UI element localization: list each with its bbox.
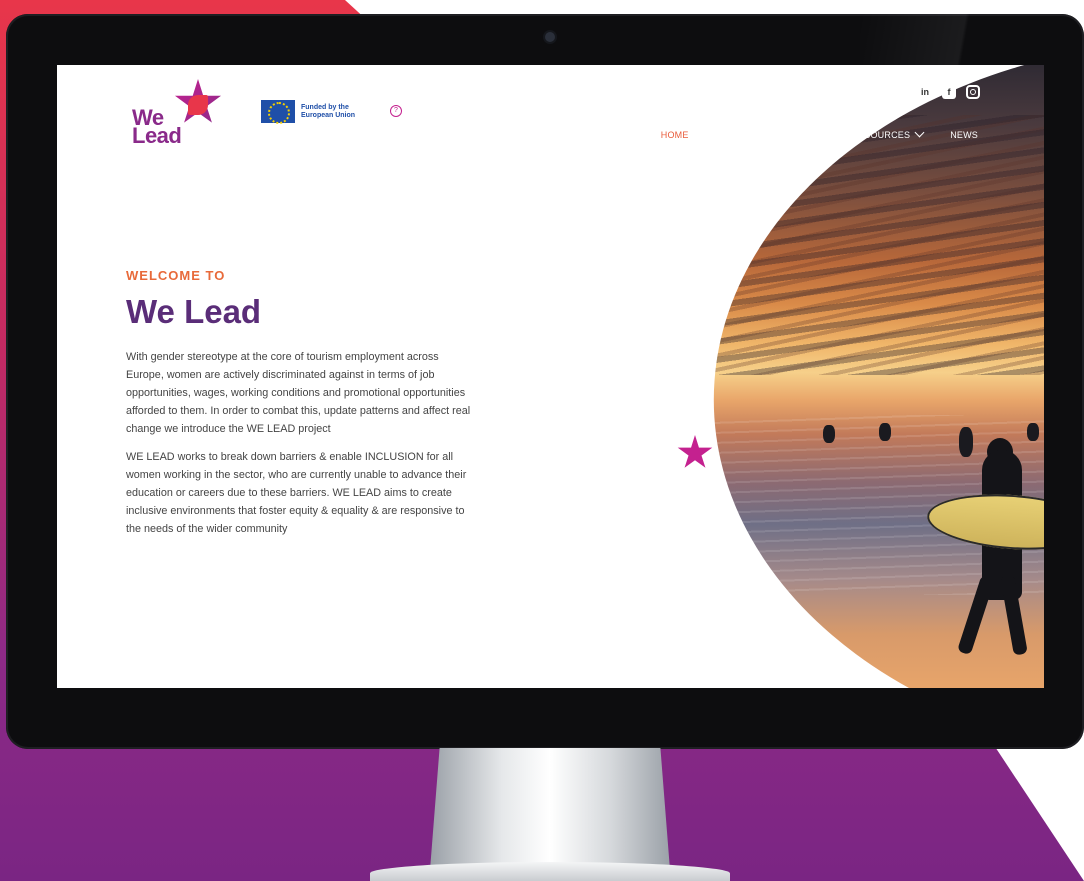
hero-photo <box>713 65 1044 688</box>
eu-funding-text: Funded by the European Union <box>301 103 356 119</box>
camera-icon <box>545 32 555 42</box>
nav-item-resources[interactable]: RESOURCES <box>851 127 925 140</box>
hero-title: We Lead <box>126 293 262 330</box>
eu-funding-badge: Funded by the European Union <box>261 100 381 124</box>
swimmer-silhouette <box>879 423 891 441</box>
chevron-down-icon <box>914 127 925 138</box>
nav-item-partners[interactable]: PARTNERS <box>775 130 825 140</box>
clouds <box>713 115 1044 375</box>
monitor-stand-base <box>370 862 730 881</box>
logo-wordmark: We Lead <box>132 107 182 148</box>
social-links: in f <box>918 85 980 99</box>
nav-item-about[interactable]: ABOUT <box>716 130 748 140</box>
logo-word-bottom: Lead <box>132 123 182 148</box>
swimmer-silhouette <box>959 427 973 457</box>
logo-figure-icon <box>188 95 208 115</box>
hero-paragraph-2: WE LEAD works to break down barriers & e… <box>126 451 467 535</box>
hero-paragraph-1: With gender stereotype at the core of to… <box>126 351 471 435</box>
we-lead-logo[interactable]: We Lead <box>132 79 232 149</box>
linkedin-icon[interactable]: in <box>918 85 932 99</box>
nav-item-resources-label: RESOURCES <box>851 130 911 140</box>
eu-flag-icon <box>261 100 295 124</box>
help-icon[interactable]: ? <box>390 105 402 117</box>
facebook-icon[interactable]: f <box>942 85 956 99</box>
main-nav: HOME ABOUT PARTNERS RESOURCES NEWS <box>661 127 978 140</box>
nav-item-home[interactable]: HOME <box>661 130 689 140</box>
decorative-star-icon <box>677 435 713 468</box>
website-screen: We Lead Funded by the European Union ? i… <box>57 65 1044 688</box>
nav-item-news[interactable]: NEWS <box>950 130 978 140</box>
swimmer-silhouette <box>1027 423 1039 441</box>
swimmer-silhouette <box>823 425 835 443</box>
monitor-stand <box>430 748 670 870</box>
hero-eyebrow: WELCOME TO <box>126 268 226 283</box>
instagram-icon[interactable] <box>966 85 980 99</box>
